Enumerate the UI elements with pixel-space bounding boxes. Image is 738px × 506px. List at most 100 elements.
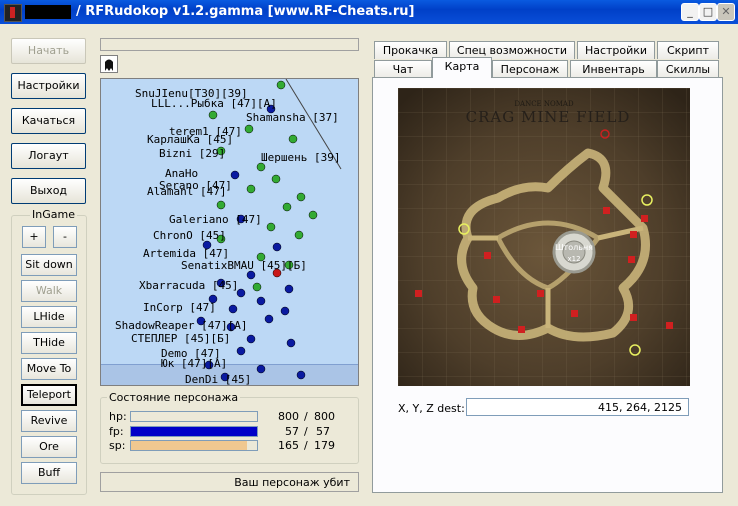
mine-label: Штольня [555,243,593,252]
radar-player-dot[interactable] [276,80,286,90]
radar-player-dot[interactable] [282,202,292,212]
walk-button[interactable]: Walk [21,280,77,302]
coords-label: X, Y, Z dest: [398,402,465,415]
fp-current: 57 [285,425,299,438]
radar-view[interactable]: SnuJIenu[T30][39] LLL...Рыбка [47][A] Sham… [100,78,359,386]
settings-button[interactable]: Настройки [11,73,86,99]
radar-player-dot[interactable] [244,124,254,134]
tab-map[interactable]: Карта [432,57,492,78]
radar-player-name: СТЕПЛЕР [45][Б] [131,332,230,345]
level-up-button[interactable]: Качаться [11,108,86,134]
zoom-plus-button[interactable]: + [22,226,46,248]
radar-player-dot[interactable] [271,174,281,184]
app-icon[interactable] [4,4,22,22]
revive-button[interactable]: Revive [21,410,77,432]
radar-player-name: Bizni [29] [159,147,225,160]
radar-player-name: SenatixBMAU [45][Б] [181,259,307,272]
fp-max: 57 [316,425,330,438]
tab-chat[interactable]: Чат [374,60,432,78]
radar-canvas: SnuJIenu[T30][39]LLL...Рыбка [47][A]Sham… [101,79,358,386]
radar-player-dot[interactable] [266,222,276,232]
map-title: CRAG MINE FIELD [466,108,631,126]
radar-player-name: Galeriano [47] [169,213,262,226]
ghost-icon[interactable] [100,55,118,73]
radar-player-dot[interactable] [264,314,274,324]
radar-player-dot[interactable] [256,162,266,172]
radar-player-dot[interactable] [236,346,246,356]
hp-current: 800 [278,410,299,423]
sit-down-button[interactable]: Sit down [21,254,77,276]
buff-button[interactable]: Buff [21,462,77,484]
radar-player-dot[interactable] [280,306,290,316]
radar-player-name: Shamansha [37] [246,111,339,124]
radar-player-dot[interactable] [252,282,262,292]
radar-player-dot[interactable] [284,284,294,294]
radar-player-dot[interactable] [256,364,266,374]
hp-separator: / [304,410,308,423]
tab-script[interactable]: Скрипт [657,41,719,59]
hp-max: 800 [314,410,335,423]
radar-player-dot[interactable] [246,334,256,344]
minimize-button[interactable]: _ [681,3,699,21]
logout-button[interactable]: Логаут [11,143,86,169]
radar-player-dot[interactable] [246,184,256,194]
tab-character[interactable]: Персонаж [492,60,568,78]
radar-player-dot[interactable] [246,270,256,280]
exit-button[interactable]: Выход [11,178,86,204]
maximize-button[interactable]: □ [699,3,717,21]
hp-label: hp: [109,410,127,423]
ingame-group-label: InGame [30,208,77,221]
radar-player-name: ChronO [45] [153,229,226,242]
close-button[interactable]: ✕ [717,3,735,21]
radar-player-name: Xbarracuda [45] [139,279,238,292]
title-bar: / RFRudokop v1.2.gamma [www.RF-Cheats.ru… [0,0,738,24]
map-canvas: DANCE NOMAD CRAG MINE FIELD Штольня x12 [398,88,690,386]
map-region-top: DANCE NOMAD [514,100,574,108]
radar-player-name: DenDi [45] [185,373,251,386]
radar-player-dot[interactable] [216,200,226,210]
sp-current: 165 [278,439,299,452]
radar-player-dot[interactable] [286,338,296,348]
tab-settings[interactable]: Настройки [577,41,655,59]
radar-player-name: LLL...Рыбка [47][A] [151,97,277,110]
radar-player-name: Шершень [39] [261,151,340,164]
radar-player-dot[interactable] [308,210,318,220]
teleport-button[interactable]: Teleport [21,384,77,406]
radar-player-name: InCorp [47] [143,301,216,314]
radar-player-name: Юк [47][A] [161,357,227,370]
radar-player-dot[interactable] [230,170,240,180]
status-bar: Ваш персонаж убит [100,472,359,492]
zoom-minus-button[interactable]: - [53,226,77,248]
game-map[interactable]: DANCE NOMAD CRAG MINE FIELD Штольня x12 [398,88,690,386]
start-button[interactable]: Начать [11,38,86,64]
radar-player-dot[interactable] [296,192,306,202]
radar-player-dot[interactable] [208,110,218,120]
tab-skills[interactable]: Скиллы [657,60,719,78]
coords-value: 415, 264, 2125 [598,401,682,414]
coords-input[interactable]: 415, 264, 2125 [466,398,689,416]
sp-label: sp: [109,439,126,452]
radar-player-name: КарлашКа [45] [147,133,233,146]
ore-button[interactable]: Ore [21,436,77,458]
fp-label: fp: [109,425,124,438]
radar-player-dot[interactable] [256,296,266,306]
radar-player-dot[interactable] [296,370,306,380]
radar-player-dot[interactable] [294,230,304,240]
title-redacted-block [25,5,71,19]
thide-button[interactable]: THide [21,332,77,354]
fp-bar [130,426,258,437]
window-title: / RFRudokop v1.2.gamma [www.RF-Cheats.ru… [76,4,415,19]
sp-separator: / [304,439,308,452]
lhide-button[interactable]: LHide [21,306,77,328]
sp-bar [130,440,258,451]
radar-player-dot[interactable] [228,304,238,314]
sp-max: 179 [314,439,335,452]
move-to-button[interactable]: Move To [21,358,77,380]
mine-sublabel: x12 [567,255,580,263]
radar-player-name: ShadowReaper [47][A] [115,319,247,332]
radar-player-dot[interactable] [272,242,282,252]
fp-separator: / [304,425,308,438]
hp-bar [130,411,258,422]
radar-player-dot[interactable] [288,134,298,144]
tab-inventory[interactable]: Инвентарь [570,60,657,78]
